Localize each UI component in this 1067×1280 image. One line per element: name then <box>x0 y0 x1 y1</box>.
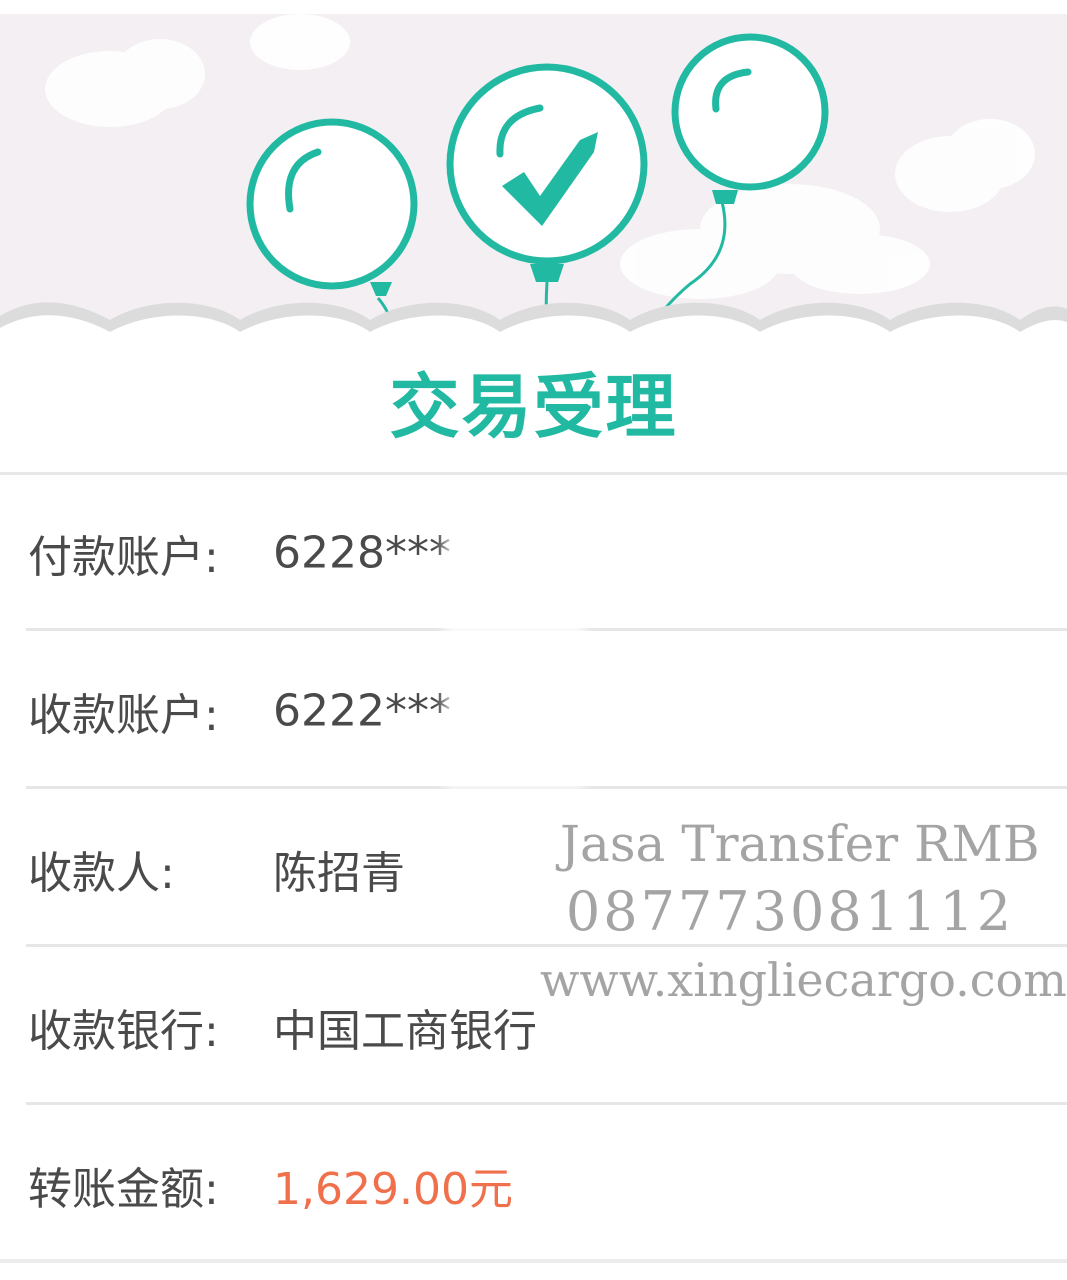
payer-account-value: 6228*** <box>273 527 451 579</box>
amount-label: 转账金额: <box>28 1164 219 1215</box>
balloon-icon <box>671 33 829 204</box>
amount-value: 1,629.00元 <box>273 1164 513 1215</box>
watermark-line2: 087773081112 <box>565 880 1015 943</box>
payee-bank-value: 中国工商银行 <box>273 1006 537 1057</box>
row-divider <box>26 1102 1067 1105</box>
illustration-canvas <box>0 14 1067 344</box>
redaction-blur <box>445 520 585 640</box>
detail-row-amount: 转账金额: 1,629.00元 <box>0 1107 1067 1263</box>
row-divider <box>0 1259 1067 1263</box>
payee-account-label: 收款账户: <box>28 690 219 741</box>
checkmark-balloon-icon <box>446 63 648 282</box>
success-illustration <box>0 14 1067 344</box>
payee-account-value: 6222*** <box>273 685 451 737</box>
watermark-line3: www.xingliecargo.com <box>540 953 1067 1007</box>
payer-account-label: 付款账户: <box>28 532 219 583</box>
payee-name-value: 陈招青 <box>273 848 405 899</box>
row-divider <box>26 944 1067 947</box>
redaction-blur <box>445 670 585 790</box>
payee-name-label: 收款人: <box>28 848 175 899</box>
page-title: 交易受理 <box>389 366 678 448</box>
watermark-line1: Jasa Transfer RMB <box>560 815 1040 873</box>
balloon-icon <box>246 118 418 296</box>
top-strip <box>0 0 1067 14</box>
payee-bank-label: 收款银行: <box>28 1006 219 1057</box>
